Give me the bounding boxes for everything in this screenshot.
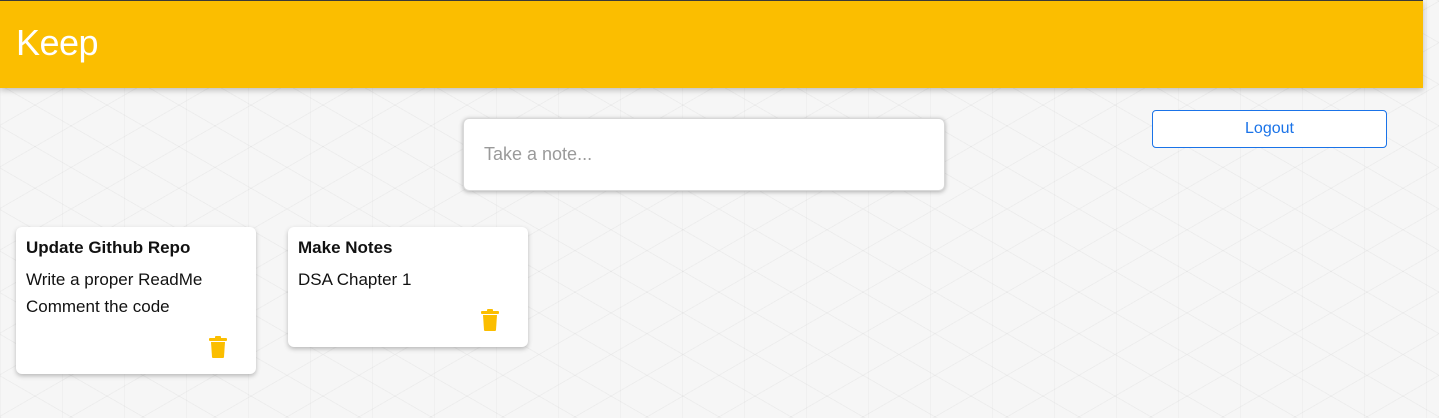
- note-title: Update Github Repo: [26, 238, 191, 257]
- note-title: Make Notes: [298, 238, 393, 257]
- trash-icon: [208, 336, 228, 358]
- take-note-input[interactable]: [464, 119, 944, 190]
- delete-note-button[interactable]: [480, 309, 500, 331]
- app-title: Keep: [16, 22, 99, 63]
- note-content-line: Write a proper ReadMe: [26, 270, 203, 289]
- note-content-line: DSA Chapter 1: [298, 270, 412, 289]
- logout-button[interactable]: Logout: [1152, 110, 1387, 148]
- note-card: Update Github Repo Write a proper ReadMe…: [16, 227, 256, 374]
- delete-note-button[interactable]: [208, 336, 228, 358]
- note-card: Make Notes DSA Chapter 1: [288, 227, 528, 347]
- note-content-line: Comment the code: [26, 297, 170, 316]
- trash-icon: [480, 309, 500, 331]
- app-header: Keep: [0, 0, 1423, 88]
- create-note-box[interactable]: [463, 118, 945, 191]
